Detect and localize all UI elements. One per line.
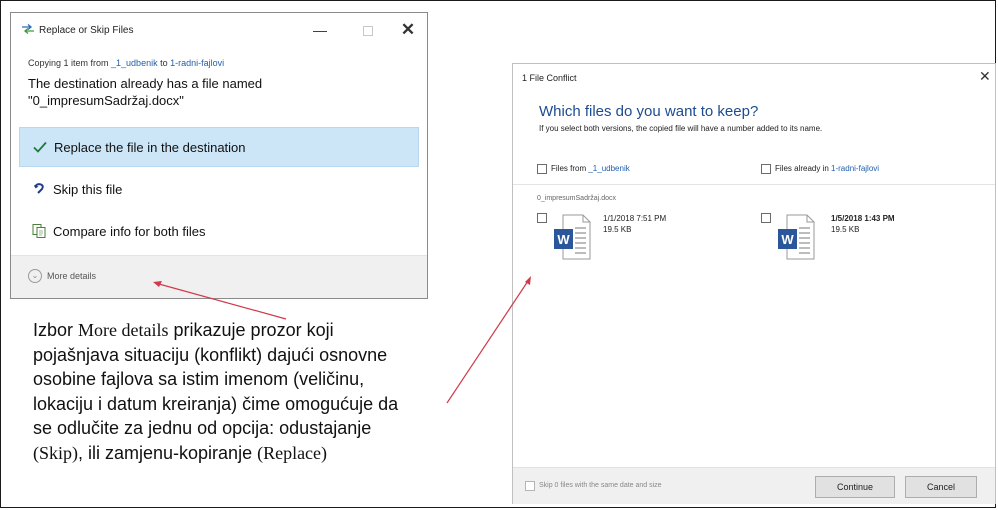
arrow-to-more-details [153, 281, 287, 320]
arrow-to-conflict-dialog [446, 276, 531, 404]
annotation-arrows [153, 276, 531, 404]
